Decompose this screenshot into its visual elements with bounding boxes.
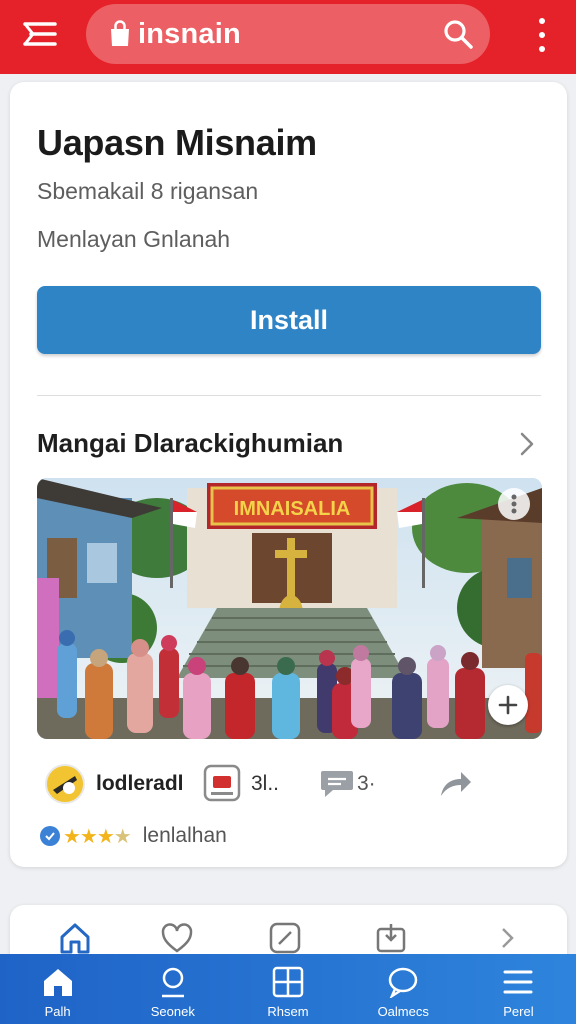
- nav-label: Oalmecs: [377, 1004, 429, 1019]
- section-title[interactable]: Mangai Dlarackighumian: [37, 428, 343, 459]
- nav-item-search[interactable]: Seonek: [115, 954, 230, 1024]
- nav-label: Palh: [44, 1004, 71, 1019]
- heart-icon[interactable]: [160, 921, 194, 955]
- search-icon[interactable]: [442, 18, 474, 50]
- nav-label: Seonek: [150, 1004, 195, 1019]
- menu-icon[interactable]: [20, 16, 60, 52]
- search-query-text: insnain: [138, 17, 241, 50]
- comment-icon[interactable]: [319, 768, 355, 800]
- grid-icon: [272, 966, 304, 998]
- nav-item-chat[interactable]: Oalmecs: [346, 954, 461, 1024]
- home-icon: [43, 969, 72, 996]
- verified-badge-icon: [40, 826, 60, 846]
- banner-text: IMNAISALIA: [234, 498, 351, 520]
- rating-row: ★★★★ lenlalhan: [40, 822, 227, 850]
- more-options-icon[interactable]: [534, 18, 550, 52]
- search-icon: [161, 967, 184, 998]
- add-icon[interactable]: [488, 685, 528, 725]
- nav-label: Rhsem: [267, 1004, 309, 1019]
- star-rating: ★★★★: [63, 825, 132, 848]
- media-icon[interactable]: [203, 764, 241, 802]
- install-button[interactable]: Install: [37, 286, 541, 354]
- nav-label: Perel: [503, 1004, 534, 1019]
- shopping-bag-icon: [106, 18, 134, 50]
- app-detail-card: Uapasn Misnaim Sbemakail 8 rigansan Menl…: [10, 82, 567, 867]
- stats-row: lodleradl 3l.. 3·: [37, 758, 541, 808]
- nav-item-grid[interactable]: Rhsem: [230, 954, 345, 1024]
- more-options-icon[interactable]: [498, 488, 530, 520]
- media-count: 3l..: [251, 772, 280, 795]
- chevron-right-icon[interactable]: [517, 430, 537, 458]
- search-bar[interactable]: insnain: [86, 4, 490, 64]
- download-icon[interactable]: [374, 921, 408, 955]
- nav-item-menu[interactable]: Perel: [461, 954, 576, 1024]
- rating-label: lenlalhan: [142, 824, 227, 847]
- divider: [37, 395, 541, 396]
- share-icon[interactable]: [437, 768, 473, 800]
- developer-name[interactable]: lodleradl: [96, 772, 184, 796]
- app-title: Uapasn Misnaim: [37, 122, 317, 163]
- app-subtitle: Sbemakail 8 rigansan: [37, 178, 259, 204]
- app-category: Menlayan Gnlanah: [37, 226, 231, 252]
- top-app-bar: insnain: [0, 0, 576, 74]
- featured-photo[interactable]: IMNAISALIA: [37, 478, 542, 739]
- chevron-right-icon[interactable]: [490, 921, 524, 955]
- developer-avatar[interactable]: [45, 764, 85, 804]
- chat-icon: [388, 967, 418, 998]
- edit-icon[interactable]: [268, 921, 302, 955]
- menu-icon: [503, 970, 533, 994]
- bottom-navigation: Palh Seonek Rhsem Oalmecs Perel: [0, 954, 576, 1024]
- home-icon[interactable]: [58, 921, 92, 955]
- comment-count: 3·: [357, 772, 376, 795]
- nav-item-home[interactable]: Palh: [0, 954, 115, 1024]
